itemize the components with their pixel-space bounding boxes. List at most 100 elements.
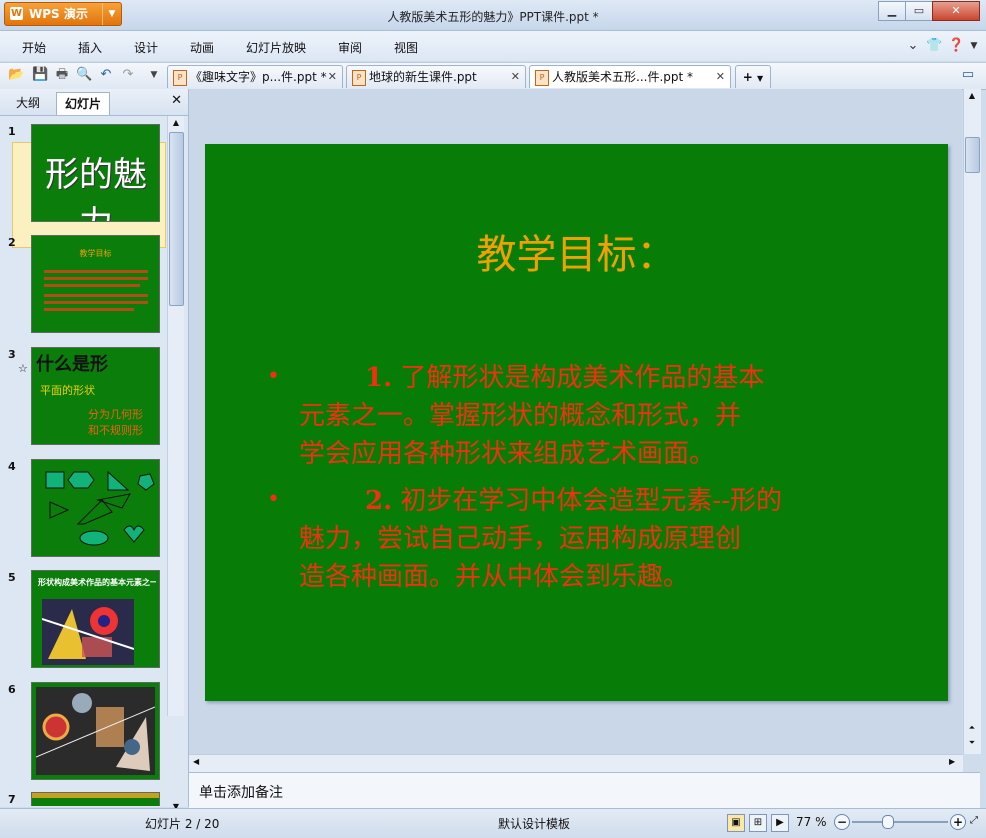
shapes-illustration: [45, 470, 155, 546]
help-dropdown-icon[interactable]: ▼: [966, 38, 982, 54]
bullet-line: 初步在学习中体会造型元素--形的: [400, 486, 782, 516]
bullet-line: 元素之一。掌握形状的概念和形式，并: [299, 401, 742, 431]
status-bar: 幻灯片 2 / 20 默认设计模板 ▣ ⊞ ▶ 77 % − + ⤢: [0, 808, 986, 838]
slide-thumbnail-5[interactable]: 形状构成美术作品的基本元素之一: [31, 570, 160, 668]
bullet-dot: •: [267, 364, 280, 389]
zoom-out-icon[interactable]: −: [834, 814, 850, 830]
scroll-left-icon[interactable]: ◀: [193, 757, 199, 766]
pane-tabs: 大纲 幻灯片 ✕: [0, 89, 188, 116]
save-icon[interactable]: 💾: [32, 67, 48, 83]
thumbnail-number: 4: [8, 460, 16, 473]
chevron-down-icon[interactable]: ⌄: [905, 38, 921, 54]
normal-view-icon[interactable]: ▣: [727, 814, 745, 832]
print-preview-icon[interactable]: 🔍: [76, 67, 92, 83]
slide-title[interactable]: 教学目标：: [205, 222, 948, 280]
slide-indicator: 幻灯片 2 / 20: [145, 817, 220, 831]
window-layout-icon[interactable]: ▭: [960, 67, 976, 83]
scroll-thumb[interactable]: [169, 132, 184, 306]
thumbnail-number: 7: [8, 793, 16, 806]
zoom-in-icon[interactable]: +: [950, 814, 966, 830]
slide-thumbnail-6[interactable]: [31, 682, 160, 780]
maximize-button[interactable]: ▭: [905, 1, 933, 21]
menu-review[interactable]: 审阅: [338, 39, 362, 56]
close-icon[interactable]: ✕: [328, 66, 337, 88]
close-icon[interactable]: ✕: [511, 66, 520, 88]
bullet-line: 学会应用各种形状来组成艺术画面。: [299, 439, 716, 469]
redo-icon[interactable]: ↷: [120, 67, 136, 83]
thumbnail-title: 形状构成美术作品的基本元素之一: [38, 578, 156, 587]
notes-pane[interactable]: 单击添加备注: [189, 772, 980, 808]
doc-tab-label: 地球的新生课件.ppt: [369, 70, 477, 84]
close-icon[interactable]: ✕: [171, 93, 182, 108]
abstract-painting-image: [36, 687, 155, 775]
thumbnail-text-line: [44, 301, 148, 304]
thumbnail-title: 什么是形: [36, 354, 108, 375]
tab-slides[interactable]: 幻灯片: [56, 92, 111, 115]
menu-design[interactable]: 设计: [134, 39, 158, 56]
thumbnail-text-line: [44, 270, 148, 273]
bullet-line: 造各种画面。并从中体会到乐趣。: [299, 562, 690, 592]
slides-pane-scrollbar[interactable]: ▲ ▼: [167, 116, 184, 811]
next-slide-icon[interactable]: ⏷: [965, 738, 979, 750]
slide-thumbnail-7[interactable]: [31, 792, 160, 806]
slide-thumbnail-4[interactable]: [31, 459, 160, 557]
doc-tab-1[interactable]: P 《趣味文字》p...件.ppt * ✕: [167, 65, 343, 88]
prev-slide-icon[interactable]: ⏶: [965, 723, 979, 735]
customize-toolbar-icon[interactable]: ▼: [146, 67, 162, 83]
thumbnail-text: 分为几何形: [88, 408, 143, 421]
close-icon[interactable]: ✕: [716, 66, 725, 88]
scroll-right-icon[interactable]: ▶: [949, 757, 955, 766]
thumbnail-band: [32, 793, 159, 798]
thumbnail-number: 5: [8, 571, 16, 584]
scroll-thumb[interactable]: [965, 137, 980, 173]
slide-sorter-icon[interactable]: ⊞: [749, 814, 767, 832]
ribbon-menu-bar: 开始 插入 设计 动画 幻灯片放映 审阅 视图 ⌄ 👕 ❓ ▼: [0, 31, 986, 61]
doc-tab-2[interactable]: P 地球的新生课件.ppt ✕: [346, 65, 526, 88]
thumbnail-text-line: [44, 294, 148, 297]
slide-thumbnail-2[interactable]: 教学目标: [31, 235, 160, 333]
open-folder-icon[interactable]: 📂: [8, 67, 24, 83]
quick-access-toolbar: 📂 💾 🖶 🔍 ↶ ↷ ▼ P 《趣味文字》p...件.ppt * ✕ P 地球…: [0, 62, 986, 90]
new-tab-button[interactable]: + ▼: [735, 65, 771, 88]
zoom-level[interactable]: 77 %: [796, 815, 827, 829]
menu-insert[interactable]: 插入: [78, 39, 102, 56]
skin-shirt-icon[interactable]: 👕: [926, 38, 942, 54]
thumbnail-title: 形的魅力: [45, 155, 147, 221]
thumbnail-number: 2: [8, 236, 16, 249]
slide-horizontal-scrollbar[interactable]: ◀ ▶: [189, 754, 963, 772]
notes-placeholder: 单击添加备注: [199, 785, 283, 801]
scroll-up-icon[interactable]: ▲: [965, 91, 979, 103]
zoom-slider-track[interactable]: [852, 821, 948, 823]
bullet-item-2[interactable]: 2. 初步在学习中体会造型元素--形的 魅力，尝试自己动手，运用构成原理创 造各…: [299, 482, 939, 596]
thumbnail-text-line: [44, 308, 134, 311]
fit-window-icon[interactable]: ⤢: [970, 815, 978, 826]
thumbnail-text-line: [44, 277, 148, 280]
tab-outline[interactable]: 大纲: [8, 92, 48, 114]
menu-view[interactable]: 视图: [394, 39, 418, 56]
menu-slideshow[interactable]: 幻灯片放映: [246, 39, 306, 56]
scroll-up-icon[interactable]: ▲: [169, 116, 183, 130]
slide-thumbnail-1[interactable]: 形的魅力: [31, 124, 160, 222]
ppt-file-icon: P: [535, 70, 549, 86]
thumbnail-text-line: [44, 284, 140, 287]
slideshow-icon[interactable]: ▶: [771, 814, 789, 832]
undo-icon[interactable]: ↶: [98, 67, 114, 83]
print-icon[interactable]: 🖶: [54, 67, 70, 83]
minimize-button[interactable]: ▁: [878, 1, 906, 21]
slide-thumbnail-3[interactable]: 什么是形 平面的形状 分为几何形 和不规则形: [31, 347, 160, 445]
bullet-number: 2.: [365, 486, 393, 516]
current-slide[interactable]: 教学目标： • 1. 了解形状是构成美术作品的基本 元素之一。掌握形状的概念和形…: [205, 144, 948, 701]
abstract-painting-image: [42, 599, 134, 665]
doc-tab-3-active[interactable]: P 人教版美术五形...件.ppt * ✕: [529, 65, 731, 88]
design-template[interactable]: 默认设计模板: [498, 815, 570, 832]
slide-vertical-scrollbar[interactable]: ▲ ⏶ ⏷: [963, 89, 981, 754]
help-icon[interactable]: ❓: [948, 38, 964, 54]
menu-animation[interactable]: 动画: [190, 39, 214, 56]
bullet-line: 了解形状是构成美术作品的基本: [400, 363, 765, 393]
close-button[interactable]: ✕: [932, 1, 980, 21]
ppt-file-icon: P: [352, 70, 366, 86]
bullet-item-1[interactable]: 1. 了解形状是构成美术作品的基本 元素之一。掌握形状的概念和形式，并 学会应用…: [299, 359, 929, 473]
menu-home[interactable]: 开始: [22, 39, 46, 56]
zoom-slider-thumb[interactable]: [882, 815, 894, 829]
bullet-dot: •: [267, 487, 280, 512]
